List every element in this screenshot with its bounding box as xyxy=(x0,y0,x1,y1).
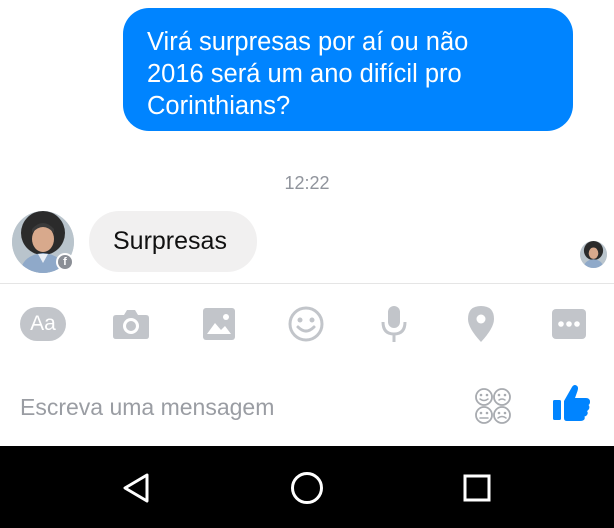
recents-square-icon xyxy=(463,474,491,502)
recents-button[interactable] xyxy=(455,466,499,510)
thumbs-up-icon xyxy=(553,385,590,421)
location-button[interactable] xyxy=(457,302,505,346)
stickers-icon xyxy=(475,388,511,424)
emoji-button[interactable] xyxy=(282,302,330,346)
outgoing-message-bubble[interactable]: Virá surpresas por aí ou não 2016 será u… xyxy=(123,8,573,131)
message-input[interactable] xyxy=(20,390,440,424)
emoji-icon xyxy=(288,306,324,342)
gallery-icon xyxy=(203,308,235,340)
seen-indicator-avatar xyxy=(580,241,607,268)
conversation-area: Virá surpresas por aí ou não 2016 será u… xyxy=(0,0,614,283)
back-triangle-icon xyxy=(123,473,149,503)
text-format-label: Aa xyxy=(30,312,56,335)
incoming-message-bubble[interactable]: Surpresas xyxy=(89,211,257,272)
composer-toolbar: Aa xyxy=(0,284,614,364)
android-navigation-bar xyxy=(0,446,614,528)
voice-record-button[interactable] xyxy=(370,302,418,346)
messenger-badge-icon: f xyxy=(56,253,74,271)
home-button[interactable] xyxy=(285,466,329,510)
stickers-button[interactable] xyxy=(473,386,513,426)
location-icon xyxy=(468,306,494,342)
camera-icon xyxy=(113,310,149,339)
home-circle-icon xyxy=(291,472,323,504)
message-timestamp: 12:22 xyxy=(284,173,330,193)
message-composer xyxy=(0,364,614,446)
gallery-button[interactable] xyxy=(195,302,243,346)
more-options-button[interactable] xyxy=(545,302,593,346)
like-button[interactable] xyxy=(553,384,593,424)
microphone-icon xyxy=(381,306,407,342)
more-icon xyxy=(552,309,586,339)
text-format-button[interactable]: Aa xyxy=(19,302,67,346)
back-button[interactable] xyxy=(114,466,158,510)
camera-button[interactable] xyxy=(107,302,155,346)
